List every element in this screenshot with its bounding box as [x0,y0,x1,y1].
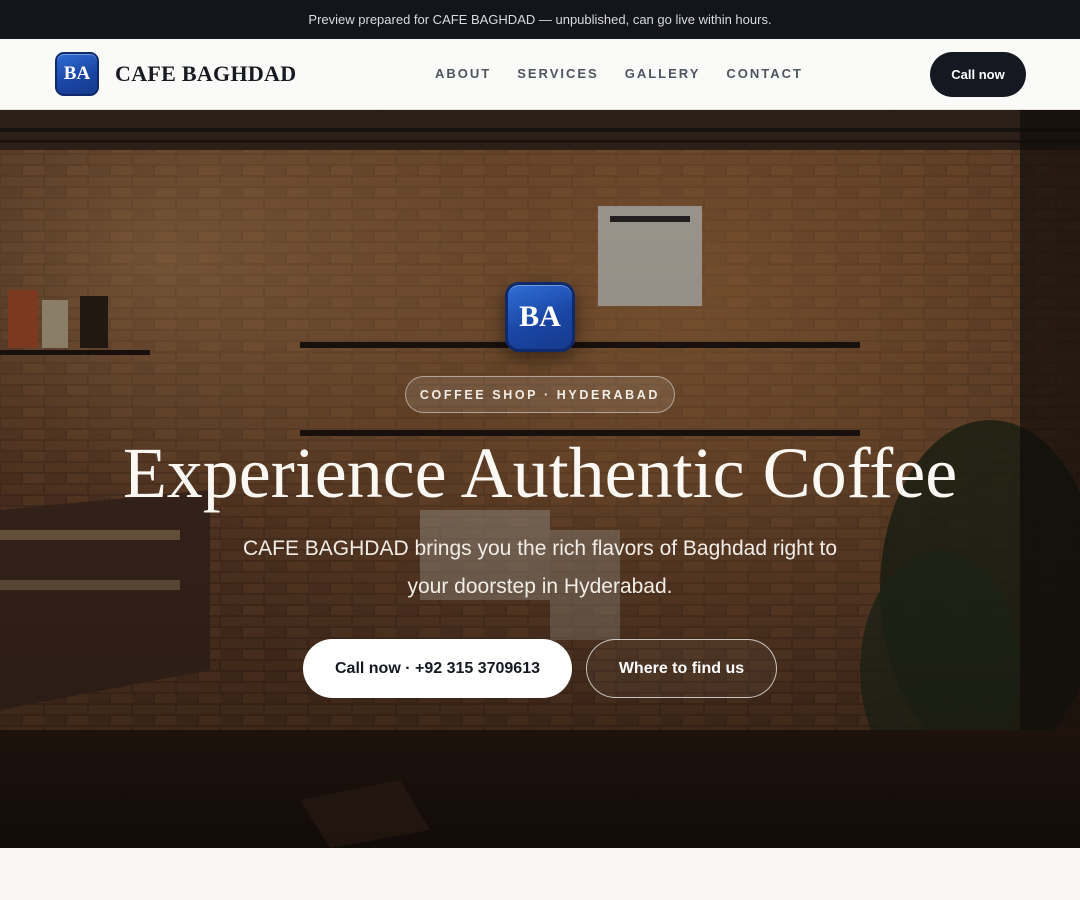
brand[interactable]: BA CAFE BAGHDAD [55,52,296,96]
call-phone-button[interactable]: Call now · +92 315 3709613 [303,639,572,698]
brand-logo: BA [55,52,99,96]
hero-title: Experience Authentic Coffee [122,433,958,513]
nav-link-contact[interactable]: CONTACT [726,66,803,81]
hero-section: BA COFFEE SHOP · HYDERABAD Experience Au… [0,110,1080,848]
hero-tagline: COFFEE SHOP · HYDERABAD [405,376,675,413]
hero-logo: BA [505,282,575,352]
nav-link-services[interactable]: SERVICES [517,66,599,81]
nav-links: ABOUT SERVICES GALLERY CONTACT [435,66,803,81]
find-us-button[interactable]: Where to find us [586,639,777,698]
call-now-button[interactable]: Call now [930,52,1026,97]
top-navigation: BA CAFE BAGHDAD ABOUT SERVICES GALLERY C… [0,39,1080,110]
nav-link-gallery[interactable]: GALLERY [625,66,701,81]
preview-banner: Preview prepared for CAFE BAGHDAD — unpu… [0,0,1080,39]
nav-link-about[interactable]: ABOUT [435,66,491,81]
brand-name: CAFE BAGHDAD [115,61,297,86]
hero-subtitle: CAFE BAGHDAD brings you the rich flavors… [242,537,838,598]
